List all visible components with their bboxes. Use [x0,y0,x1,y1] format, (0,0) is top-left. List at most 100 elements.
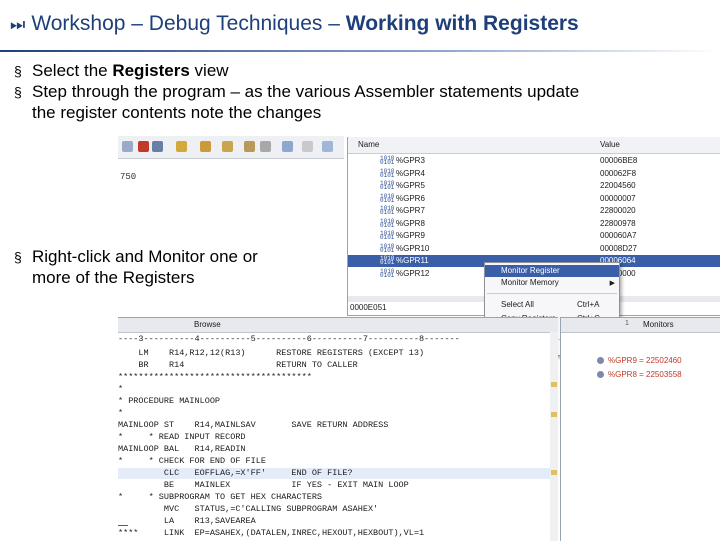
register-icon: 1010 0101 [380,192,395,204]
title-divider [0,50,720,52]
monitor-icon [597,357,604,364]
code-line[interactable]: * * SUBPROGRAM TO GET HEX CHARACTERS [118,492,322,503]
register-row[interactable]: 1010 0101 %GPR9 000060A7 [348,230,720,242]
code-line[interactable]: * PROCEDURE MAINLOOP [118,396,220,407]
bullet-2: Step through the program – as the variou… [14,81,580,103]
menu-item[interactable]: Monitor Memory ▶ [485,277,619,289]
header-value: Value [600,140,620,149]
code-line[interactable]: * * READ INPUT RECORD [118,432,246,443]
monitor-icon [597,371,604,378]
monitors-view: 1 Monitors %GPR9 = 22502460 %GPR8 = 22503… [560,317,720,541]
register-name: %GPR4 [396,168,425,178]
column-ruler: ----3----------4----------5----------6--… [118,334,460,344]
bullet-3-line-2: more of the Registers [32,268,195,287]
editor-fragment-text: 750 [120,172,137,182]
code-line[interactable]: CLC EOFFLAG,=X'FF' END OF FILE? [118,468,550,479]
editor-tab-bar: Browse [118,318,558,333]
annotation-marker[interactable] [551,470,557,475]
register-row[interactable]: 1010 0101 %GPR5 22004560 [348,180,720,192]
code-line[interactable]: * [118,408,123,419]
monitors-tab-bar: 1 Monitors [561,318,720,333]
code-line[interactable]: MAINLOOP ST R14,MAINLSAV SAVE RETURN ADD… [118,420,388,431]
register-row[interactable]: 1010 0101 %GPR4 000062F8 [348,168,720,180]
bullet-3: Right-click and Monitor one or more of t… [14,246,258,288]
code-line[interactable]: * [118,384,123,395]
monitor-text: %GPR9 = 22502460 [608,356,682,365]
code-editor[interactable]: Browse ----3----------4----------5------… [118,317,558,541]
toolbar-icon-8[interactable] [260,141,271,152]
toolbar-icon-11[interactable] [322,141,333,152]
code-line[interactable]: BR R14 RETURN TO CALLER [118,360,357,371]
bullet-2-line-1: Step through the program – as the variou… [32,82,580,101]
register-name: %GPR9 [396,231,425,240]
register-name: %GPR12 [396,268,430,278]
register-row[interactable]: 1010 0101 %GPR6 00000007 [348,193,720,205]
registers-bottom-fragment: 0000E051 [350,303,387,312]
toolbar-icon-3[interactable] [152,141,163,152]
editor-tab-label[interactable]: Browse [194,320,221,329]
code-line[interactable]: BE MAINLEX IF YES - EXIT MAIN LOOP [118,480,409,491]
register-icon: 1010 0101 [380,167,395,179]
register-name: %GPR3 [396,156,425,165]
toolbar-icon-7[interactable] [244,141,255,152]
menu-separator [487,293,617,294]
register-name: %GPR6 [396,193,425,203]
toolbar-icon-1[interactable] [122,141,133,152]
eclipse-toolbar [118,136,344,159]
register-icon: 1010 0101 [380,180,395,191]
tab-monitors[interactable]: Monitors [643,320,674,329]
toolbar-icon-10[interactable] [302,141,313,152]
register-icon: 1010 0101 [380,155,395,166]
media-skip-icon: ⏭ [10,15,26,34]
register-row[interactable]: 1010 0101 %GPR3 00006BE8 [348,155,720,167]
toolbar-icon-9[interactable] [282,141,293,152]
register-value: 000062F8 [600,168,637,178]
register-name: %GPR7 [396,206,425,215]
code-line[interactable]: **** LINK EP=ASAHEX,(DATALEN,INREC,HEXOU… [118,528,424,539]
bullet-1-post: view [189,61,229,80]
annotation-marker[interactable] [551,412,557,417]
menu-item-shortcut: Ctrl+A [577,300,600,309]
bullet-1-pre: Select the [32,61,113,80]
menu-item[interactable]: Select All Ctrl+A [485,299,619,311]
step-into-icon[interactable] [176,141,187,152]
register-value: 22800020 [600,206,636,215]
code-line[interactable]: MAINLOOP BAL R14,READIN [118,444,246,455]
register-value: 00006BE8 [600,156,638,165]
code-line[interactable]: LM R14,R12,12(R13) RESTORE REGISTERS (EX… [118,348,424,359]
register-icon: 1010 0101 [380,255,395,266]
register-row[interactable]: 1010 0101 %GPR8 22800978 [348,218,720,230]
register-value: 000060A7 [600,231,637,240]
annotation-marker[interactable] [551,382,557,387]
register-value: 22004560 [600,181,636,190]
register-icon: 1010 0101 [380,205,395,216]
slide-title: ⏭ Workshop – Debug Techniques – Working w… [10,12,579,36]
menu-item-label: Monitor Register [501,266,560,275]
register-icon: 1010 0101 [380,242,395,254]
tab-other[interactable]: 1 [625,320,629,327]
register-name: %GPR10 [396,243,430,253]
menu-item[interactable]: Monitor Register [485,265,619,277]
header-name: Name [358,140,380,149]
step-return-icon[interactable] [222,141,233,152]
code-line[interactable]: LA R13,SAVEAREA [118,516,256,527]
code-line[interactable]: ************************************** [118,372,312,383]
editor-vscrollbar[interactable] [550,332,558,541]
step-over-icon[interactable] [200,141,211,152]
monitor-row[interactable]: %GPR9 = 22502460 [597,356,720,367]
title-bold: Working with Registers [345,12,579,35]
monitor-row[interactable]: %GPR8 = 22503558 [597,370,720,381]
code-line[interactable]: MVC STATUS,=C'CALLING SUBPROGRAM ASAHEX' [118,504,378,515]
register-row[interactable]: 1010 0101 %GPR7 22800020 [348,205,720,217]
register-name: %GPR11 [396,256,429,265]
register-icon: 1010 0101 [380,230,395,241]
register-value: 00000007 [600,193,636,203]
code-line[interactable]: * * CHECK FOR END OF FILE [118,456,266,467]
register-value: 22800978 [600,218,636,228]
register-name: %GPR8 [396,218,425,228]
register-row[interactable]: 1010 0101 %GPR10 00008D27 [348,243,720,255]
bullet-1-bold: Registers [112,61,190,80]
bullet-2-continuation: the register contents note the changes [32,103,322,122]
menu-item-label: Select All [501,300,534,309]
stop-icon[interactable] [138,141,149,152]
